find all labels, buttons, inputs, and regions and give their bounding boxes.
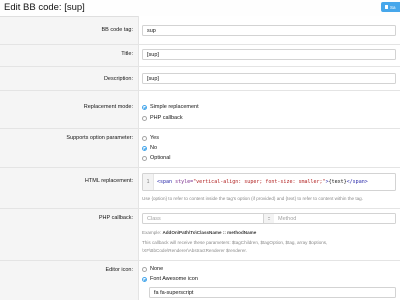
option-label: PHP callback	[150, 115, 183, 121]
save-button-label: Sa	[390, 4, 396, 10]
bb-code-tag-input[interactable]: sup	[142, 25, 396, 36]
row-divider	[0, 167, 400, 168]
html-replacement-hint: Use {option} to refer to content inside …	[142, 196, 364, 201]
supports-option-optional[interactable]: Optional	[142, 155, 171, 161]
page-title: Edit BB code: [sup]	[4, 2, 85, 13]
php-callback-label: PHP callback:	[98, 215, 133, 221]
supports-option-no[interactable]: No	[142, 145, 157, 151]
line-number: 1	[143, 174, 154, 190]
html-replacement-label: HTML replacement:	[84, 178, 133, 184]
editor-icon-label: Editor icon:	[105, 267, 133, 273]
code-text: {text}	[328, 179, 347, 185]
description-label: Description:	[103, 76, 133, 82]
option-label: No	[150, 145, 158, 151]
save-icon	[385, 5, 388, 9]
option-label: None	[150, 266, 164, 272]
option-label: Simple replacement	[150, 104, 199, 110]
code-open-tag: <span	[157, 179, 176, 185]
replacement-mode-simple[interactable]: Simple replacement	[142, 104, 199, 110]
replacement-mode-label: Replacement mode:	[83, 104, 133, 110]
code-string: "vertical-align: super; font-size: small…	[193, 179, 326, 185]
radio-icon[interactable]	[142, 155, 147, 161]
callback-example-prefix: Example:	[142, 230, 163, 235]
radio-checked-icon[interactable]	[142, 145, 147, 151]
supports-option-yes[interactable]: Yes	[142, 135, 159, 141]
option-label: Font Awesome icon	[150, 276, 198, 282]
callback-description-line-2: \XF\BbCode\Renderer\AbstractRenderer $re…	[142, 248, 247, 253]
radio-icon[interactable]	[142, 115, 147, 121]
row-divider	[0, 128, 400, 129]
php-callback-group: Class :: Method	[142, 213, 396, 224]
radio-checked-icon[interactable]	[142, 276, 147, 282]
callback-separator: ::	[264, 213, 274, 224]
replacement-mode-php-callback[interactable]: PHP callback	[142, 115, 183, 121]
save-button[interactable]: Sa	[381, 2, 400, 12]
row-divider	[0, 44, 400, 45]
editor-icon-none[interactable]: None	[142, 266, 163, 272]
callback-example: Example: AddOn\Path\To\ClassName :: meth…	[142, 230, 256, 235]
radio-checked-icon[interactable]	[142, 104, 147, 110]
radio-icon[interactable]	[142, 135, 147, 141]
title-label: Title:	[121, 51, 133, 57]
callback-method-input[interactable]: Method	[274, 213, 396, 224]
description-input[interactable]: [sup]	[142, 73, 396, 84]
callback-example-code: AddOn\Path\To\ClassName :: methodName	[162, 230, 257, 235]
html-replacement-editor[interactable]: 1 <span style="vertical-align: super; fo…	[142, 173, 396, 191]
option-label: Optional	[150, 155, 171, 161]
title-input[interactable]: [sup]	[142, 49, 396, 60]
row-divider	[0, 66, 400, 67]
code-line: <span style="vertical-align: super; font…	[154, 179, 368, 185]
radio-icon[interactable]	[142, 266, 147, 272]
row-divider	[0, 90, 400, 91]
font-awesome-icon-input[interactable]: fa fa-superscript	[149, 287, 396, 298]
row-divider	[0, 208, 400, 209]
callback-class-input[interactable]: Class	[142, 213, 264, 224]
supports-option-label: Supports option parameter:	[66, 135, 133, 141]
bb-code-tag-label: BB code tag:	[101, 27, 134, 33]
row-divider	[0, 260, 400, 261]
option-label: Yes	[150, 135, 159, 141]
editor-icon-font-awesome[interactable]: Font Awesome icon	[142, 276, 198, 282]
code-end-tag: </span>	[346, 179, 368, 185]
callback-description-line-1: This callback will receive these paramet…	[142, 240, 328, 245]
code-attribute: style=	[175, 179, 194, 185]
